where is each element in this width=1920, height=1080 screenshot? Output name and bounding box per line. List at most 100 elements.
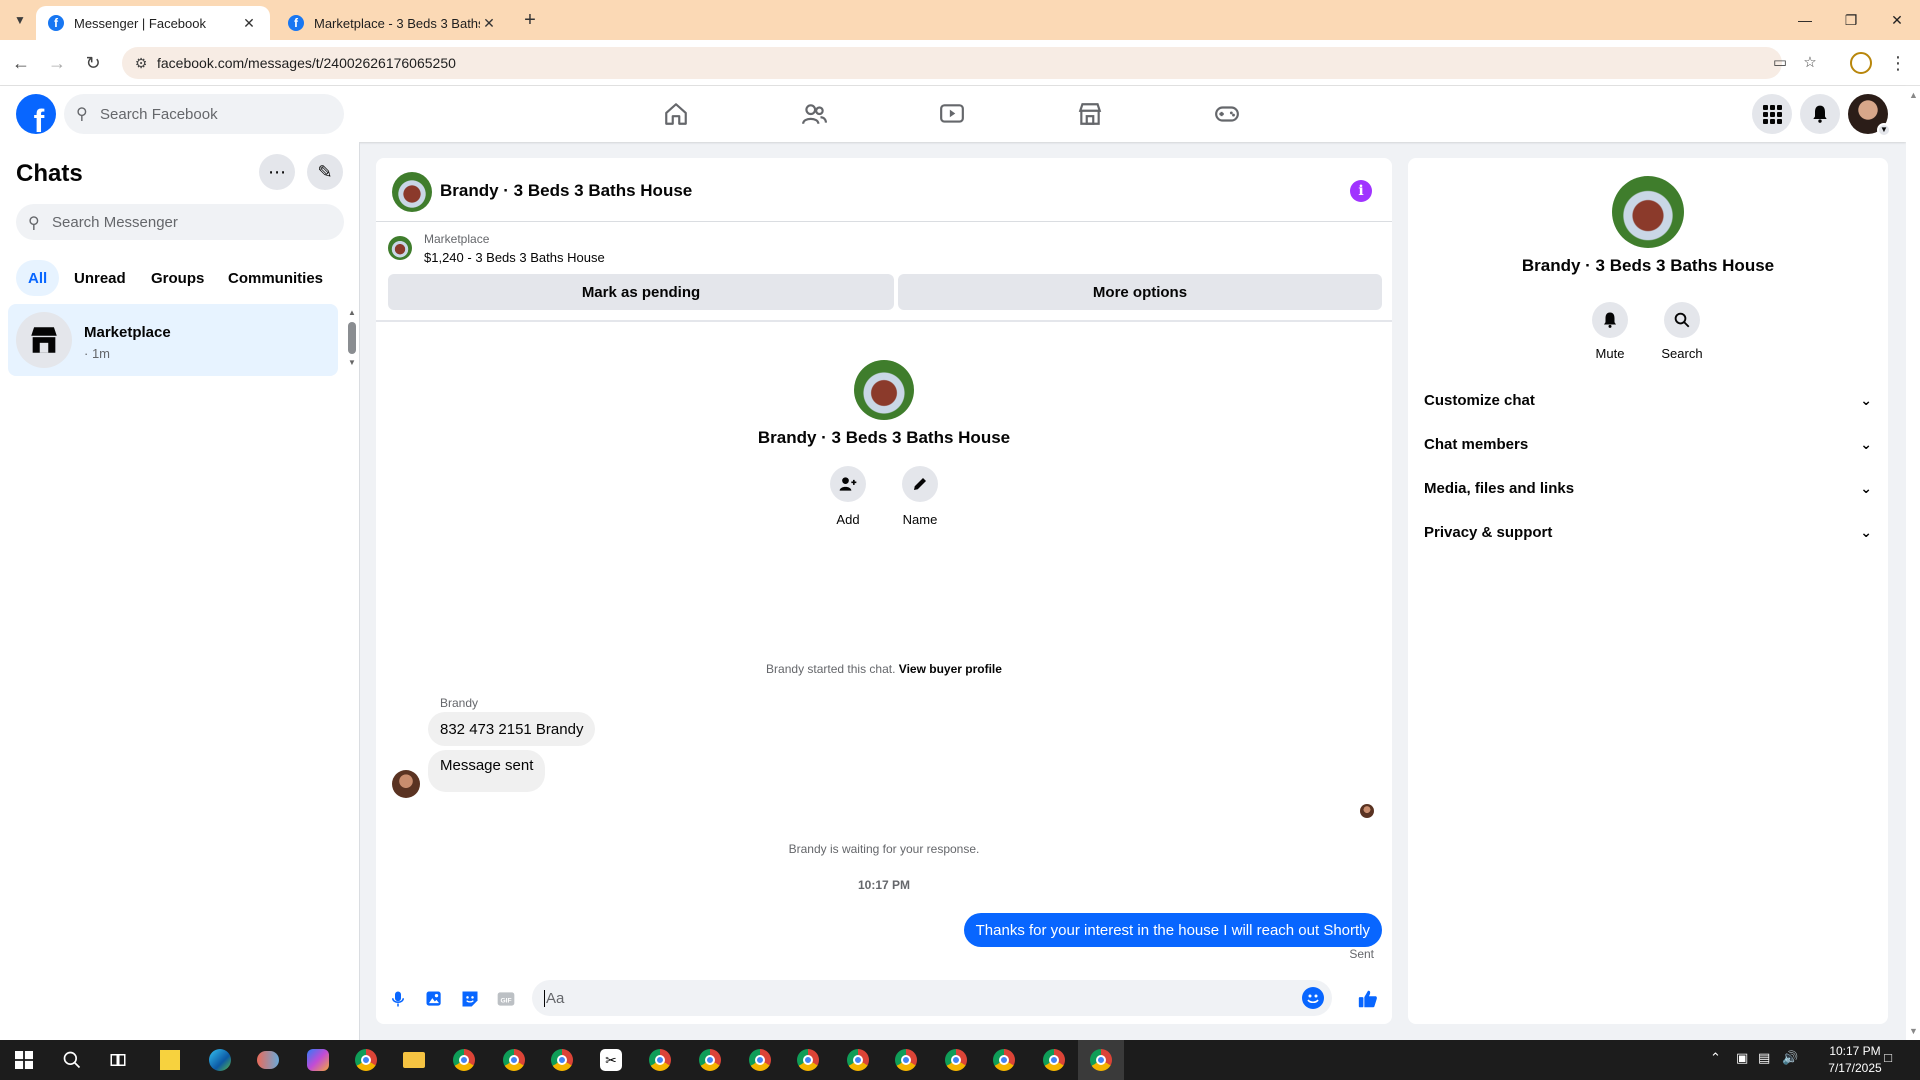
show-hidden-icons-icon[interactable]: ⌃: [1710, 1050, 1721, 1066]
task-view-icon[interactable]: [104, 1046, 132, 1074]
photo-icon[interactable]: [422, 987, 446, 1011]
add-person-icon: [830, 466, 866, 502]
facebook-search-input[interactable]: ⚲ Search Facebook: [64, 94, 344, 134]
conversation-title[interactable]: Brandy · 3 Beds 3 Baths House: [440, 181, 692, 201]
microphone-icon[interactable]: [386, 987, 410, 1011]
tab-list-chevron-icon[interactable]: ▼: [8, 8, 32, 32]
file-explorer-icon[interactable]: [400, 1046, 428, 1074]
facebook-logo-icon[interactable]: f: [16, 94, 56, 134]
view-buyer-profile-link[interactable]: View buyer profile: [899, 662, 1002, 676]
gif-icon[interactable]: GIF: [494, 987, 518, 1011]
chevron-down-icon: ⌄: [1860, 479, 1872, 496]
restore-icon[interactable]: ❐: [1828, 0, 1874, 40]
browser-profile-icon[interactable]: [1850, 52, 1872, 74]
url-field[interactable]: ⚙ facebook.com/messages/t/24002626176065…: [122, 47, 1817, 79]
capcut-icon[interactable]: ✂: [597, 1046, 625, 1074]
mark-as-pending-button[interactable]: Mark as pending: [388, 274, 894, 310]
privacy-support-section[interactable]: Privacy & support ⌄: [1424, 512, 1872, 552]
chrome-icon[interactable]: [942, 1046, 970, 1074]
minimize-icon[interactable]: —: [1782, 0, 1828, 40]
conversation-avatar[interactable]: [392, 172, 432, 212]
name-chat-button[interactable]: Name: [890, 466, 950, 527]
chrome-icon[interactable]: [696, 1046, 724, 1074]
video-icon[interactable]: [932, 94, 972, 134]
copilot-icon[interactable]: [304, 1046, 332, 1074]
install-app-icon[interactable]: ▭: [1770, 53, 1790, 73]
filter-communities[interactable]: Communities: [216, 260, 335, 296]
filter-all[interactable]: All: [16, 260, 60, 296]
media-files-links-section[interactable]: Media, files and links ⌄: [1424, 468, 1872, 508]
add-people-button[interactable]: Add: [818, 466, 878, 527]
network-icon[interactable]: ▤: [1758, 1050, 1770, 1066]
search-in-chat-button[interactable]: Search: [1652, 302, 1712, 361]
browser-tab-messenger[interactable]: f Messenger | Facebook ✕: [36, 6, 270, 40]
chat-list-scrollbar[interactable]: ▲ ▼: [348, 308, 356, 367]
bookmark-star-icon[interactable]: ☆: [1800, 53, 1820, 73]
outgoing-message[interactable]: Thanks for your interest in the house I …: [963, 913, 1382, 947]
sender-avatar[interactable]: [392, 770, 420, 798]
volume-icon[interactable]: 🔊: [1782, 1050, 1798, 1066]
browser-tab-marketplace[interactable]: f Marketplace - 3 Beds 3 Baths H ✕: [276, 6, 510, 40]
incoming-message[interactable]: Message sent: [428, 750, 546, 792]
scroll-down-icon[interactable]: ▼: [348, 358, 356, 367]
chat-options-icon[interactable]: ⋯: [259, 154, 295, 190]
scroll-up-icon[interactable]: ▲: [348, 308, 356, 317]
meet-now-icon[interactable]: ▣: [1736, 1050, 1748, 1066]
conversation-item-marketplace[interactable]: Marketplace · 1m: [8, 304, 338, 376]
gaming-icon[interactable]: [1207, 94, 1247, 134]
close-tab-icon[interactable]: ✕: [480, 14, 498, 32]
notifications-icon[interactable]: □: [1878, 1050, 1898, 1070]
close-tab-icon[interactable]: ✕: [240, 14, 258, 32]
account-avatar[interactable]: ▼: [1848, 94, 1891, 137]
chrome-icon[interactable]: [450, 1046, 478, 1074]
search-icon[interactable]: [58, 1046, 86, 1074]
chrome-icon[interactable]: [844, 1046, 872, 1074]
more-options-button[interactable]: More options: [898, 274, 1382, 310]
filter-unread[interactable]: Unread: [62, 260, 138, 296]
friends-icon[interactable]: [794, 94, 834, 134]
sticker-icon[interactable]: [458, 987, 482, 1011]
mute-button[interactable]: Mute: [1580, 302, 1640, 361]
listing-thumbnail[interactable]: [388, 236, 412, 260]
notifications-bell-icon[interactable]: [1800, 94, 1840, 134]
messenger-search-input[interactable]: ⚲ Search Messenger: [16, 204, 344, 240]
scroll-down-icon[interactable]: ▼: [1909, 1026, 1918, 1036]
close-window-icon[interactable]: ✕: [1874, 0, 1920, 40]
scroll-thumb[interactable]: [348, 322, 356, 354]
reload-icon[interactable]: ↻: [80, 50, 106, 76]
filter-groups[interactable]: Groups: [139, 260, 216, 296]
page-scrollbar[interactable]: ▲ ▼: [1906, 86, 1920, 1040]
chrome-icon[interactable]: [1087, 1046, 1115, 1074]
thumbs-up-icon[interactable]: [1356, 987, 1380, 1011]
chrome-icon[interactable]: [794, 1046, 822, 1074]
chrome-icon[interactable]: [746, 1046, 774, 1074]
marketplace-icon[interactable]: [1070, 94, 1110, 134]
chrome-icon[interactable]: [646, 1046, 674, 1074]
new-message-icon[interactable]: ✎: [307, 154, 343, 190]
edge-icon[interactable]: [206, 1046, 234, 1074]
app-icon[interactable]: [254, 1046, 282, 1074]
chrome-icon[interactable]: [892, 1046, 920, 1074]
info-icon[interactable]: i: [1350, 180, 1372, 202]
emoji-icon[interactable]: [1302, 987, 1324, 1009]
site-settings-icon[interactable]: ⚙: [132, 54, 150, 72]
sticky-notes-icon[interactable]: [156, 1046, 184, 1074]
message-input[interactable]: Aa: [532, 980, 1332, 1016]
forward-icon[interactable]: →: [44, 50, 70, 76]
chrome-icon[interactable]: [500, 1046, 528, 1074]
new-tab-button[interactable]: +: [518, 8, 542, 32]
menu-grid-icon[interactable]: [1752, 94, 1792, 134]
scroll-up-icon[interactable]: ▲: [1909, 90, 1918, 100]
home-icon[interactable]: [656, 94, 696, 134]
chrome-icon[interactable]: [1040, 1046, 1068, 1074]
windows-start-icon[interactable]: [10, 1046, 38, 1074]
chrome-icon[interactable]: [990, 1046, 1018, 1074]
chat-members-section[interactable]: Chat members ⌄: [1424, 424, 1872, 464]
chrome-icon[interactable]: [548, 1046, 576, 1074]
incoming-message[interactable]: 832 473 2151 Brandy: [428, 712, 596, 746]
listing-title[interactable]: $1,240 - 3 Beds 3 Baths House: [424, 250, 605, 265]
chrome-icon[interactable]: [352, 1046, 380, 1074]
back-icon[interactable]: ←: [8, 50, 34, 76]
customize-chat-section[interactable]: Customize chat ⌄: [1424, 380, 1872, 420]
browser-menu-icon[interactable]: ⋮: [1888, 50, 1908, 76]
